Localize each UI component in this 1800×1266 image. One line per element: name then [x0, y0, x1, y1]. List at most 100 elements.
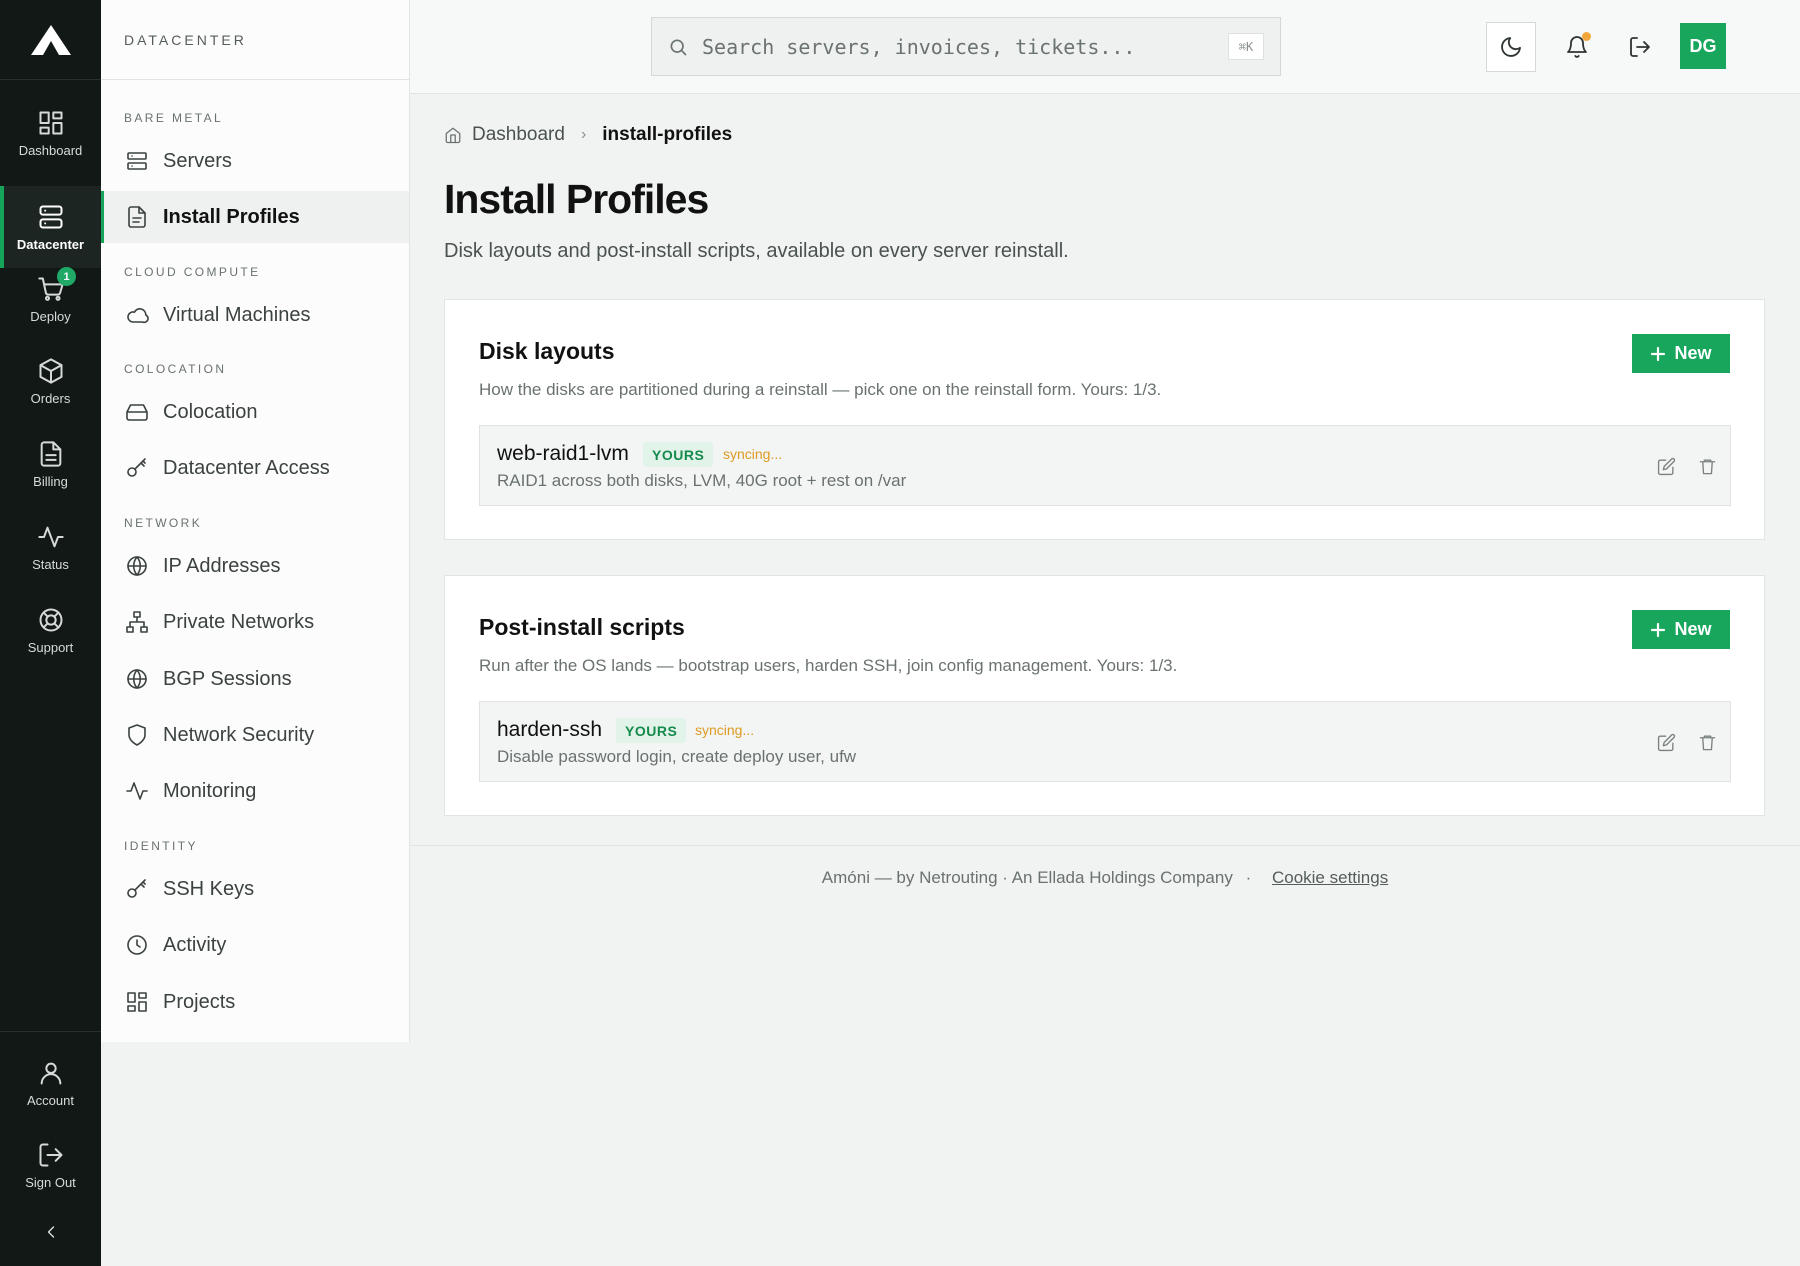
card-description: Run after the OS lands — bootstrap users…	[479, 656, 1178, 675]
trash-icon	[1699, 458, 1715, 474]
rail-label: Sign Out	[25, 1174, 76, 1190]
breadcrumb: Dashboard › install-profiles	[444, 124, 732, 146]
logo-icon	[30, 24, 71, 55]
brand-logo[interactable]	[0, 0, 101, 80]
subnav-item-private-networks[interactable]: Private Networks	[101, 596, 409, 648]
collapse-rail-button[interactable]	[0, 1206, 101, 1258]
footer-text: Amóni — by Netrouting · An Ellada Holdin…	[821, 868, 1233, 887]
user-icon	[40, 1062, 61, 1084]
clock-icon	[127, 935, 147, 955]
subnav-item-servers[interactable]: Servers	[101, 135, 409, 187]
script-name: harden-ssh	[497, 718, 603, 741]
search-icon	[670, 39, 687, 55]
list-item: web-raid1-lvm YOURS syncing... RAID1 acr…	[479, 425, 1731, 506]
rail-label: Deploy	[30, 308, 71, 324]
subnav-item-virtual-machines[interactable]: Virtual Machines	[101, 289, 409, 341]
rail-item-account[interactable]: Account	[0, 1042, 101, 1124]
activity-icon	[37, 526, 64, 547]
footer-divider	[410, 845, 1800, 846]
user-avatar[interactable]: DG	[1680, 23, 1726, 69]
subnav-item-bgp-sessions[interactable]: BGP Sessions	[101, 653, 409, 705]
lifebuoy-icon	[39, 608, 62, 631]
moon-icon	[1501, 37, 1521, 57]
rail-item-status[interactable]: Status	[0, 506, 101, 588]
profile-description: RAID1 across both disks, LVM, 40G root +…	[497, 471, 907, 490]
rail-item-orders[interactable]: Orders	[0, 340, 101, 422]
globe-icon	[127, 669, 147, 689]
subnav-item-projects[interactable]: Projects	[101, 976, 409, 1028]
theme-toggle-button[interactable]	[1486, 22, 1536, 72]
subnav-item-install-profiles[interactable]: Install Profiles	[101, 191, 409, 243]
rail-item-billing[interactable]: Billing	[0, 423, 101, 505]
logout-icon	[39, 1143, 62, 1166]
yours-badge: YOURS	[643, 442, 714, 467]
plus-icon	[1651, 622, 1666, 637]
card-title: Disk layouts	[479, 338, 615, 364]
list-item: harden-ssh YOURS syncing... Disable pass…	[479, 701, 1731, 782]
chevron-left-icon	[47, 1226, 54, 1238]
section-title-colocation: COLOCATION	[124, 362, 227, 376]
notification-dot	[1582, 32, 1591, 41]
rail-label: Account	[27, 1092, 74, 1108]
shield-icon	[128, 724, 146, 746]
breadcrumb-current: install-profiles	[602, 124, 733, 145]
subnav-item-activity[interactable]: Activity	[101, 919, 409, 971]
trash-icon	[1699, 734, 1715, 750]
footer-separator: ·	[1245, 868, 1252, 887]
subnav-item-colocation[interactable]: Colocation	[101, 386, 409, 438]
profile-name: web-raid1-lvm	[497, 442, 629, 465]
topbar: ⌘K DG	[410, 0, 1800, 94]
delete-button[interactable]	[1695, 454, 1719, 478]
cookie-settings-link[interactable]: Cookie settings	[1272, 868, 1388, 887]
delete-button[interactable]	[1695, 730, 1719, 754]
rail-item-support[interactable]: Support	[0, 589, 101, 671]
breadcrumb-dashboard-link[interactable]: Dashboard	[472, 124, 565, 146]
script-description: Disable password login, create deploy us…	[497, 747, 857, 766]
section-title-cloud-compute: CLOUD COMPUTE	[124, 265, 261, 279]
search-input[interactable]	[702, 34, 1202, 59]
home-icon	[445, 127, 461, 144]
rail-item-deploy[interactable]: 1 Deploy	[0, 258, 101, 340]
sync-status: syncing...	[723, 446, 783, 462]
primary-rail: Dashboard Datacenter 1 Deploy Orders Bil…	[0, 0, 101, 1266]
file-text-icon	[128, 206, 146, 228]
subnav-title: DATACENTER	[101, 0, 409, 80]
logout-button[interactable]	[1615, 22, 1665, 72]
server-icon	[127, 152, 147, 170]
subnav-item-ip-addresses[interactable]: IP Addresses	[101, 540, 409, 592]
sync-status: syncing...	[695, 722, 755, 738]
rail-item-dashboard[interactable]: Dashboard	[0, 92, 101, 174]
logout-icon	[1630, 37, 1650, 57]
post-install-scripts-card: Post-install scripts Run after the OS la…	[444, 575, 1765, 816]
subnav-item-network-security[interactable]: Network Security	[101, 709, 409, 761]
datacenter-subnav: DATACENTER BARE METAL Servers Install Pr…	[101, 0, 410, 1042]
notifications-button[interactable]	[1552, 22, 1602, 72]
section-title-identity: IDENTITY	[124, 839, 198, 853]
rail-label: Support	[27, 639, 74, 655]
key-icon	[127, 879, 146, 898]
server-icon	[39, 205, 62, 228]
shortcut-hint: ⌘K	[1228, 33, 1264, 60]
footer: Amóni — by Netrouting · An Ellada Holdin…	[410, 868, 1800, 888]
rail-divider	[0, 1031, 101, 1032]
network-icon	[126, 611, 148, 633]
deploy-count-badge: 1	[57, 267, 76, 286]
subnav-item-ssh-keys[interactable]: SSH Keys	[101, 863, 409, 915]
document-icon	[40, 440, 61, 467]
new-script-button[interactable]: New	[1632, 610, 1730, 649]
rail-item-sign-out[interactable]: Sign Out	[0, 1124, 101, 1206]
global-search[interactable]: ⌘K	[651, 17, 1281, 76]
rail-label: Orders	[30, 390, 71, 406]
edit-icon	[1657, 457, 1675, 475]
edit-button[interactable]	[1654, 730, 1678, 754]
rail-label: Datacenter	[16, 236, 85, 252]
rail-item-datacenter[interactable]: Datacenter	[0, 186, 101, 268]
card-description: How the disks are partitioned during a r…	[479, 380, 1162, 399]
rail-label: Billing	[33, 473, 68, 489]
disk-layouts-card: Disk layouts How the disks are partition…	[444, 299, 1765, 540]
subnav-item-monitoring[interactable]: Monitoring	[101, 765, 409, 817]
subnav-item-datacenter-access[interactable]: Datacenter Access	[101, 442, 409, 494]
edit-button[interactable]	[1654, 454, 1678, 478]
yours-badge: YOURS	[616, 718, 687, 743]
new-disk-layout-button[interactable]: New	[1632, 334, 1730, 373]
